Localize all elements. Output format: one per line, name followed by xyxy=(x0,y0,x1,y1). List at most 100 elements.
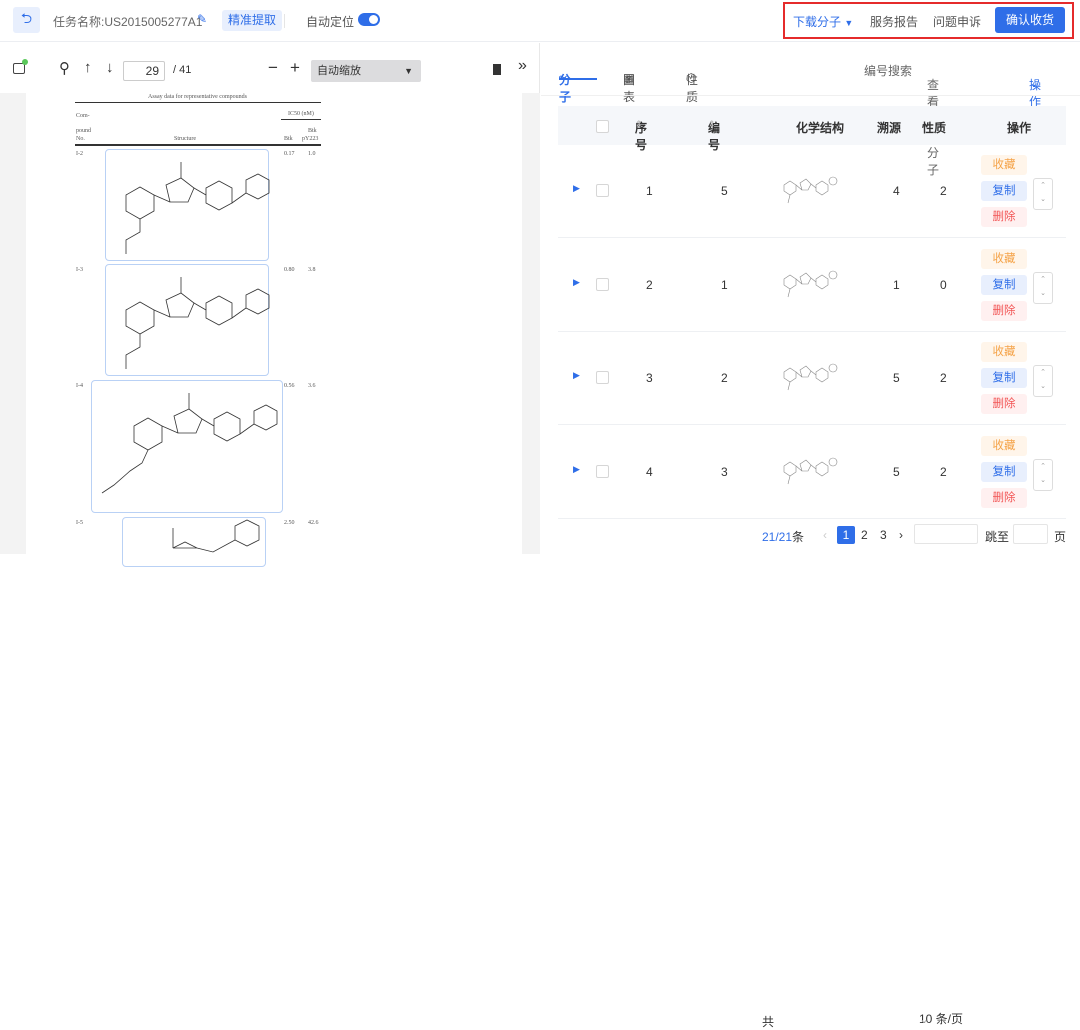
id-search[interactable]: 编号搜索 xyxy=(864,62,912,79)
table-header: 序号 ⇕ 编号 ⇕ 化学结构 溯源 性质 操作 xyxy=(558,106,1066,152)
expand-row-icon[interactable]: ▶ xyxy=(573,277,580,288)
btk-value: 0.56 xyxy=(284,383,295,389)
reorder-stepper[interactable]: ⌃ ⌄ xyxy=(1033,178,1053,210)
page-unit: 页 xyxy=(1054,530,1067,544)
header-structure: 化学结构 xyxy=(796,121,845,135)
compound-id: I-2 xyxy=(76,151,83,157)
favorite-button[interactable]: 收藏 xyxy=(981,248,1027,269)
row-source: 1 xyxy=(893,277,900,292)
service-report-link[interactable]: 服务报告 xyxy=(870,13,918,30)
total-suffix: 条 xyxy=(792,530,805,544)
expand-row-icon[interactable]: ▶ xyxy=(573,464,580,475)
back-button[interactable]: ⮌ xyxy=(13,7,40,33)
download-molecules-dropdown[interactable]: 下载分子 ▼ xyxy=(793,13,853,30)
active-tab-underline xyxy=(559,78,597,80)
compound-id: I-4 xyxy=(76,383,83,389)
delete-button[interactable]: 删除 xyxy=(981,300,1027,321)
row-source: 5 xyxy=(893,371,900,385)
copy-button[interactable]: 复制 xyxy=(981,368,1027,388)
page-2[interactable]: 2 xyxy=(861,528,868,542)
row-checkbox[interactable] xyxy=(596,184,609,197)
table-row: ▶ 3 2 5 2 收藏 复制 删除 ⌃ ⌄ xyxy=(558,332,1066,425)
auto-locate-toggle[interactable] xyxy=(358,13,380,26)
prev-page-button[interactable]: ‹ xyxy=(823,528,827,542)
search-icon[interactable]: ⚲ xyxy=(59,59,70,77)
row-seq: 1 xyxy=(646,184,653,198)
structure-thumbnail[interactable] xyxy=(778,358,838,397)
next-page-button[interactable]: › xyxy=(899,528,903,542)
header-property: 性质 xyxy=(922,121,947,135)
col-btk-py: pY223 xyxy=(302,136,319,142)
row-seq: 3 xyxy=(646,371,653,385)
copy-button[interactable]: 复制 xyxy=(981,274,1027,295)
expand-row-icon[interactable]: ▶ xyxy=(573,370,580,381)
structure-image[interactable] xyxy=(105,149,270,261)
jump-input[interactable] xyxy=(1013,524,1048,544)
reorder-stepper[interactable]: ⌃ ⌄ xyxy=(1033,365,1053,397)
py-value: 1.0 xyxy=(308,151,316,157)
divider xyxy=(75,102,321,103)
structure-thumbnail[interactable] xyxy=(778,265,838,304)
favorite-button[interactable]: 收藏 xyxy=(981,435,1027,456)
zoom-select[interactable]: 自动缩放 ▼ xyxy=(311,60,421,82)
row-checkbox[interactable] xyxy=(596,371,609,384)
arrow-down-icon[interactable]: ↓ xyxy=(106,59,114,76)
arrow-up-icon[interactable]: ↑ xyxy=(84,59,92,76)
compound-id: I-5 xyxy=(76,520,83,526)
page-3[interactable]: 3 xyxy=(880,528,887,542)
header-actions: 操作 xyxy=(1007,121,1032,135)
zoom-out-icon[interactable]: − xyxy=(268,58,278,78)
reorder-stepper[interactable]: ⌃ ⌄ xyxy=(1033,271,1053,304)
pdf-page: Assay data for representative compounds … xyxy=(26,93,522,567)
structure-thumbnail[interactable] xyxy=(778,171,838,210)
chevron-down-icon: ⌄ xyxy=(1029,76,1040,90)
col-btk-py: Btk xyxy=(308,128,317,134)
copy-button[interactable]: 复制 xyxy=(981,181,1027,201)
confirm-receipt-button[interactable]: 确认收货 xyxy=(995,7,1065,33)
row-id: 1 xyxy=(721,277,728,292)
delete-button[interactable]: 删除 xyxy=(981,487,1027,508)
select-all-checkbox[interactable] xyxy=(596,120,609,133)
structure-thumbnail[interactable] xyxy=(778,452,838,491)
sort-icon: ⇕ xyxy=(708,119,716,129)
precise-extract-button[interactable]: 精准提取 xyxy=(222,10,283,31)
table-title: Assay data for representative compounds xyxy=(148,94,247,100)
structure-image[interactable] xyxy=(122,517,266,567)
reorder-stepper[interactable]: ⌃ ⌄ xyxy=(1033,458,1053,491)
table-row: ▶ 2 1 1 0 收藏 复制 删除 ⌃ ⌄ xyxy=(558,239,1066,332)
header-source: 溯源 xyxy=(877,121,902,135)
favorite-button[interactable]: 收藏 xyxy=(981,342,1027,362)
top-bar: ⮌ 任务名称:US2015005277A1 ✎ 精准提取 自动定位 下载分子 ▼… xyxy=(0,0,1080,42)
molecule-panel: ⚯ 分子 ▦ 图表 ⬡ 性质 编号搜索 查看全部分子 ⌄ 操作 ⌄ 序号 ⇕ 编… xyxy=(541,43,1080,1029)
pdf-toolbar: ⚲ ↑ ↓ 29 / 41 − + 自动缩放 ▼ » xyxy=(0,43,540,93)
caret-down-icon: ▼ xyxy=(844,18,854,28)
row-source: 4 xyxy=(893,184,900,198)
favorite-button[interactable]: 收藏 xyxy=(981,155,1027,175)
structure-image[interactable] xyxy=(105,264,270,376)
row-checkbox[interactable] xyxy=(596,277,609,291)
copy-button[interactable]: 复制 xyxy=(981,461,1027,482)
delete-button[interactable]: 删除 xyxy=(981,394,1027,414)
pdf-viewer: ⚲ ↑ ↓ 29 / 41 − + 自动缩放 ▼ » Assay data for… xyxy=(0,43,540,567)
row-property: 2 xyxy=(940,464,947,479)
bookmark-icon[interactable] xyxy=(493,64,501,75)
table-row: ▶ 1 5 4 2 收藏 复制 删除 ⌃ ⌄ xyxy=(558,145,1066,238)
undo-icon: ⮌ xyxy=(20,10,33,26)
delete-button[interactable]: 删除 xyxy=(981,207,1027,227)
expand-icon[interactable]: » xyxy=(518,57,527,75)
page-size-select[interactable]: 10 条/页 ⌄ xyxy=(914,524,978,1026)
page-1[interactable]: 1 xyxy=(837,526,855,544)
chevron-down-icon: ⌄ xyxy=(927,76,938,90)
row-source: 5 xyxy=(893,464,900,479)
edit-icon[interactable]: ✎ xyxy=(197,12,207,26)
zoom-in-icon[interactable]: + xyxy=(290,58,300,78)
row-checkbox[interactable] xyxy=(596,464,609,478)
issue-report-link[interactable]: 问题申诉 xyxy=(933,13,981,30)
table-row: ▶ 4 3 5 2 收藏 复制 删除 ⌃ ⌄ xyxy=(558,426,1066,519)
page-number-input[interactable]: 29 xyxy=(123,61,165,81)
structure-image[interactable] xyxy=(91,380,283,513)
row-id: 3 xyxy=(721,464,728,479)
chevron-down-icon: ▼ xyxy=(404,66,413,76)
expand-row-icon[interactable]: ▶ xyxy=(573,183,580,194)
zoom-value: 自动缩放 xyxy=(317,65,361,77)
